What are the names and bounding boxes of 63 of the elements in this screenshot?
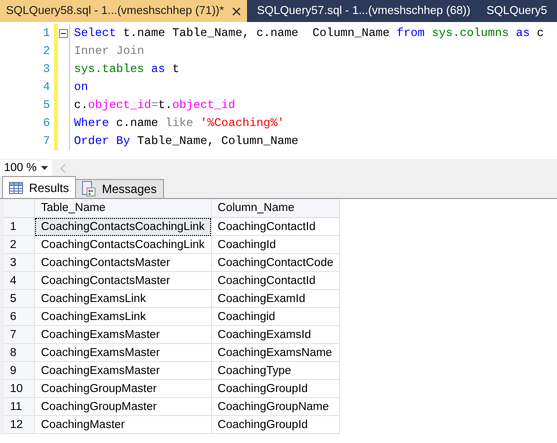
- row-number: 10: [4, 380, 34, 398]
- row-number: 9: [4, 362, 34, 380]
- table-cell: CoachingContactsMaster: [34, 254, 212, 272]
- collapse-icon[interactable]: [59, 28, 68, 38]
- table-cell: CoachingExamsMaster: [34, 344, 212, 362]
- table-cell: CoachingExamsId: [211, 326, 340, 344]
- line-number: 7: [42, 134, 51, 148]
- line-number: 2: [42, 44, 51, 58]
- code-line: Order By Table_Name, Column_Name: [74, 134, 298, 148]
- row-number: 11: [4, 398, 34, 416]
- column-header[interactable]: Table_Name: [34, 199, 212, 218]
- grid-icon: [9, 182, 23, 194]
- table-cell: CoachingExamsLink: [34, 290, 212, 308]
- table-cell: CoachingId: [211, 236, 340, 254]
- code-editor[interactable]: 1 Select t.name Table_Name, c.name Column_Name from sys.columns as c 2 Inner Join 3 sys.tables as t 4 on 5 c.object_id=t.object_id 6 Where c.name like '%Coaching%' 7 Order By Table_Name, Column_Name: [0, 22, 557, 156]
- table-cell: CoachingGroupMaster: [34, 398, 212, 416]
- row-number: 5: [4, 290, 34, 308]
- line-number: 6: [42, 116, 51, 130]
- row-number: 12: [4, 416, 34, 434]
- row-number: 7: [4, 326, 34, 344]
- table-cell: CoachingExamId: [211, 290, 340, 308]
- table-cell: Coachingid: [211, 308, 340, 326]
- table-cell: CoachingContactId: [211, 218, 340, 236]
- code-line: c.object_id=t.object_id: [74, 98, 236, 112]
- code-line: sys.tables as t: [74, 62, 180, 76]
- caret-icon: [41, 166, 48, 170]
- document-tab[interactable]: SQLQuery58.sql - 1...(vmeshschhep (71))*: [0, 0, 247, 22]
- result-tab[interactable]: Messages: [75, 179, 164, 198]
- result-tab[interactable]: Results: [2, 176, 76, 198]
- column-header[interactable]: Column_Name: [211, 199, 340, 218]
- table-cell: CoachingExamsMaster: [34, 362, 212, 380]
- table-cell: CoachingType: [211, 362, 340, 380]
- code-line: on: [74, 80, 88, 94]
- document-tab[interactable]: SQLQuery57.sql - 1...(vmeshschhep (68)): [250, 0, 476, 22]
- zoom-dropdown[interactable]: 100 %: [0, 160, 52, 176]
- line-number: 3: [42, 62, 51, 76]
- table-cell: CoachingContactsCoachingLink: [34, 218, 212, 236]
- row-number: 6: [4, 308, 34, 326]
- table-cell: CoachingGroupMaster: [34, 380, 212, 398]
- row-number: 8: [4, 344, 34, 362]
- table-cell: CoachingMaster: [34, 416, 212, 434]
- table-cell: CoachingExamsMaster: [34, 326, 212, 344]
- code-line: Where c.name like '%Coaching%': [74, 116, 284, 130]
- line-number: 1: [42, 26, 51, 40]
- table-cell: CoachingGroupId: [211, 380, 340, 398]
- table-cell: CoachingExamsLink: [34, 308, 212, 326]
- row-number: 3: [4, 254, 34, 272]
- code-line: Select t.name Table_Name, c.name Column_Name from sys.columns as c: [74, 26, 544, 40]
- row-number: 2: [4, 236, 34, 254]
- close-icon[interactable]: [232, 6, 241, 16]
- table-cell: CoachingExamsName: [211, 344, 340, 362]
- table-cell: CoachingContactsCoachingLink: [34, 236, 212, 254]
- row-number: 1: [4, 218, 34, 236]
- document-tab[interactable]: SQLQuery5: [480, 0, 554, 22]
- table-cell: CoachingGroupName: [211, 398, 340, 416]
- code-line: Inner Join: [74, 44, 144, 58]
- line-number: 4: [42, 80, 51, 94]
- line-number: 5: [42, 98, 51, 112]
- table-cell: CoachingContactCode: [211, 254, 340, 272]
- table-cell: CoachingContactId: [211, 272, 340, 290]
- row-number: 4: [4, 272, 34, 290]
- table-cell: CoachingGroupId: [211, 416, 340, 434]
- table-cell: CoachingContactsMaster: [34, 272, 212, 290]
